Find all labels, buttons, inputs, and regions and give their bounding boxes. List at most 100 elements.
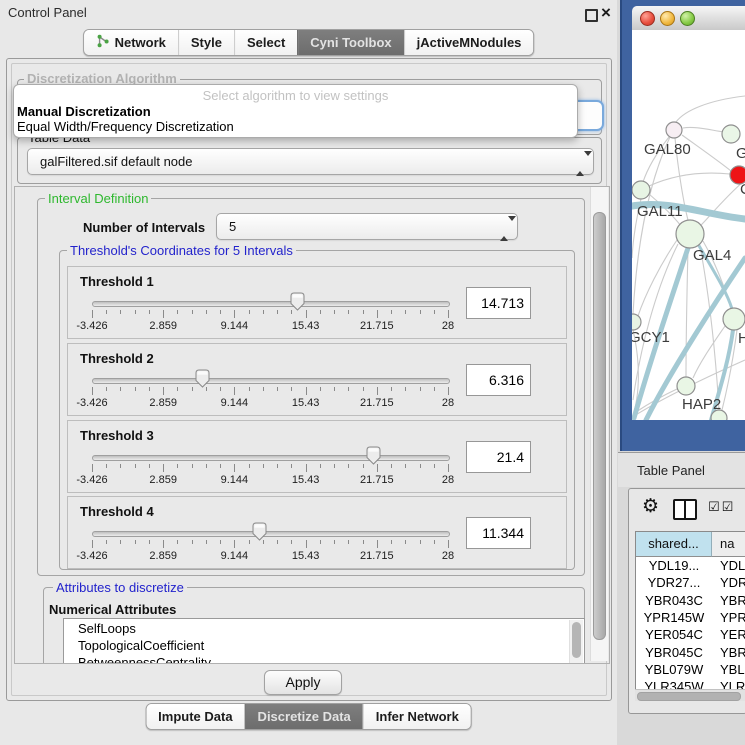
column-split-icon[interactable]	[673, 499, 697, 520]
attribute-item-topologicalcoefficient[interactable]: TopologicalCoefficient	[78, 638, 204, 655]
cell-shared-name: YPR145W	[636, 610, 712, 625]
threshold-panel-2: Threshold 2-3.4262.8599.14415.4321.71528…	[67, 343, 567, 416]
network-node-hap2[interactable]	[677, 377, 695, 395]
table-horizontal-scrollbar[interactable]	[635, 689, 745, 701]
slider-tick	[320, 464, 321, 468]
popup-option-manual-discretization[interactable]: Manual Discretization	[17, 104, 151, 119]
slider-thumb[interactable]	[195, 369, 210, 388]
tab-label: Select	[247, 35, 285, 50]
column-header-shared-name[interactable]: shared...	[636, 532, 712, 557]
float-window-icon[interactable]	[585, 9, 598, 22]
slider-track[interactable]	[92, 455, 450, 461]
slider-tick	[120, 387, 121, 391]
slider-thumb[interactable]	[290, 292, 305, 311]
network-node[interactable]	[711, 410, 727, 420]
threshold-value-input[interactable]: 11.344	[466, 517, 531, 549]
control-panel-window: Control Panel × NetworkStyleSelectCyni T…	[0, 0, 618, 745]
slider-tick	[135, 464, 136, 468]
zoom-traffic-light[interactable]	[680, 11, 695, 26]
slider-tick-label: 21.715	[347, 550, 407, 562]
tab-jactivemnodules[interactable]: jActiveMNodules	[404, 30, 534, 55]
table-row[interactable]: YDL19...YDL1	[636, 558, 745, 575]
tab-discretize-data[interactable]: Discretize Data	[245, 704, 363, 729]
slider-track[interactable]	[92, 531, 450, 537]
tab-cyni-toolbox[interactable]: Cyni Toolbox	[297, 30, 403, 55]
threshold-label: Threshold 2	[80, 351, 154, 366]
main-scrollbar-thumb[interactable]	[593, 212, 606, 640]
slider-track[interactable]	[92, 378, 450, 384]
slider-tick	[220, 464, 221, 468]
attribute-item-selfloops[interactable]: SelfLoops	[78, 621, 136, 638]
table-panel-title: Table Panel	[637, 463, 705, 478]
slider-tick	[92, 310, 93, 318]
node-label: H	[738, 330, 745, 347]
tab-style[interactable]: Style	[178, 30, 234, 55]
list-scrollbar-thumb[interactable]	[572, 622, 581, 658]
main-scrollbar[interactable]	[590, 187, 608, 661]
slider-tick	[348, 310, 349, 314]
threshold-panel-1: Threshold 1-3.4262.8599.14415.4321.71528…	[67, 266, 567, 339]
node-label: GAL80	[644, 141, 691, 158]
cell-name: YDR2	[720, 575, 745, 590]
interval-definition-label: Interval Definition	[45, 191, 151, 206]
slider-tick	[334, 310, 335, 314]
minimize-traffic-light[interactable]	[660, 11, 675, 26]
threshold-panel-4: Threshold 4-3.4262.8599.14415.4321.71528…	[67, 496, 567, 569]
apply-button[interactable]: Apply	[264, 670, 342, 695]
numerical-attributes-list[interactable]: SelfLoopsTopologicalCoefficientBetweenne…	[63, 618, 585, 664]
network-node-g[interactable]	[722, 125, 740, 143]
table-data-combobox[interactable]: galFiltered.sif default node	[27, 148, 594, 175]
table-row[interactable]: YDR27... YDR2	[636, 575, 745, 592]
slider-tick	[135, 387, 136, 391]
column-header-name[interactable]: na	[712, 532, 745, 557]
slider-tick	[377, 310, 378, 318]
checkbox-icons[interactable]: ☑☑	[708, 500, 735, 515]
table-row[interactable]: YER054CYER0	[636, 627, 745, 644]
slider-tick	[377, 464, 378, 472]
table-row[interactable]: YBL079WYBL0	[636, 662, 745, 679]
network-node-gal11[interactable]	[632, 181, 650, 199]
network-canvas[interactable]: GAL80GCGAL11GAL4GCY1HHAP2	[632, 30, 745, 420]
node-label: GCY1	[632, 329, 670, 346]
threshold-value-input[interactable]: 6.316	[466, 364, 531, 396]
table-row[interactable]: YPR145WYPR1	[636, 610, 745, 627]
cell-shared-name: YBR045C	[636, 645, 712, 660]
tab-impute-data[interactable]: Impute Data	[146, 704, 244, 729]
slider-tick	[163, 464, 164, 472]
network-window-titlebar[interactable]	[632, 6, 745, 31]
network-node-h[interactable]	[723, 308, 745, 330]
slider-tick	[163, 310, 164, 318]
list-scrollbar[interactable]	[569, 620, 583, 664]
slider-track[interactable]	[92, 301, 450, 307]
tab-select[interactable]: Select	[234, 30, 297, 55]
slider-tick	[448, 540, 449, 548]
slider-tick	[306, 464, 307, 472]
slider-tick-label: 28	[418, 320, 478, 332]
threshold-value-input[interactable]: 14.713	[466, 287, 531, 319]
tab-infer-network[interactable]: Infer Network	[363, 704, 471, 729]
table-row[interactable]: YBR043CYBR0	[636, 593, 745, 610]
network-node-gal80[interactable]	[666, 122, 682, 138]
slider-tick	[277, 387, 278, 391]
table-row[interactable]: YBR045C YBR0	[636, 645, 745, 662]
slider-thumb[interactable]	[252, 522, 267, 541]
cell-shared-name: YDR27...	[636, 575, 712, 590]
slider-thumb[interactable]	[366, 446, 381, 465]
tab-network[interactable]: Network	[84, 30, 178, 55]
slider-tick	[249, 310, 250, 314]
slider-tick	[291, 464, 292, 468]
attribute-item-betweennesscentrality[interactable]: BetweennessCentrality	[78, 655, 211, 664]
cell-name: YBR0	[720, 645, 745, 660]
number-of-intervals-combobox[interactable]: 5	[216, 213, 518, 240]
table-scrollbar-thumb[interactable]	[637, 692, 741, 701]
thresholds-group-label: Threshold's Coordinates for 5 Intervals	[67, 243, 296, 258]
threshold-value-input[interactable]: 21.4	[466, 441, 531, 473]
close-traffic-light[interactable]	[640, 11, 655, 26]
slider-tick	[149, 540, 150, 544]
network-node-gcy1[interactable]	[632, 314, 641, 330]
close-icon[interactable]: ×	[601, 3, 611, 23]
settings-gear-icon[interactable]: ⚙	[642, 495, 659, 517]
slider-tick	[149, 387, 150, 391]
network-node-gal4[interactable]	[676, 220, 704, 248]
popup-option-equal-width-frequency[interactable]: Equal Width/Frequency Discretization	[17, 119, 234, 134]
